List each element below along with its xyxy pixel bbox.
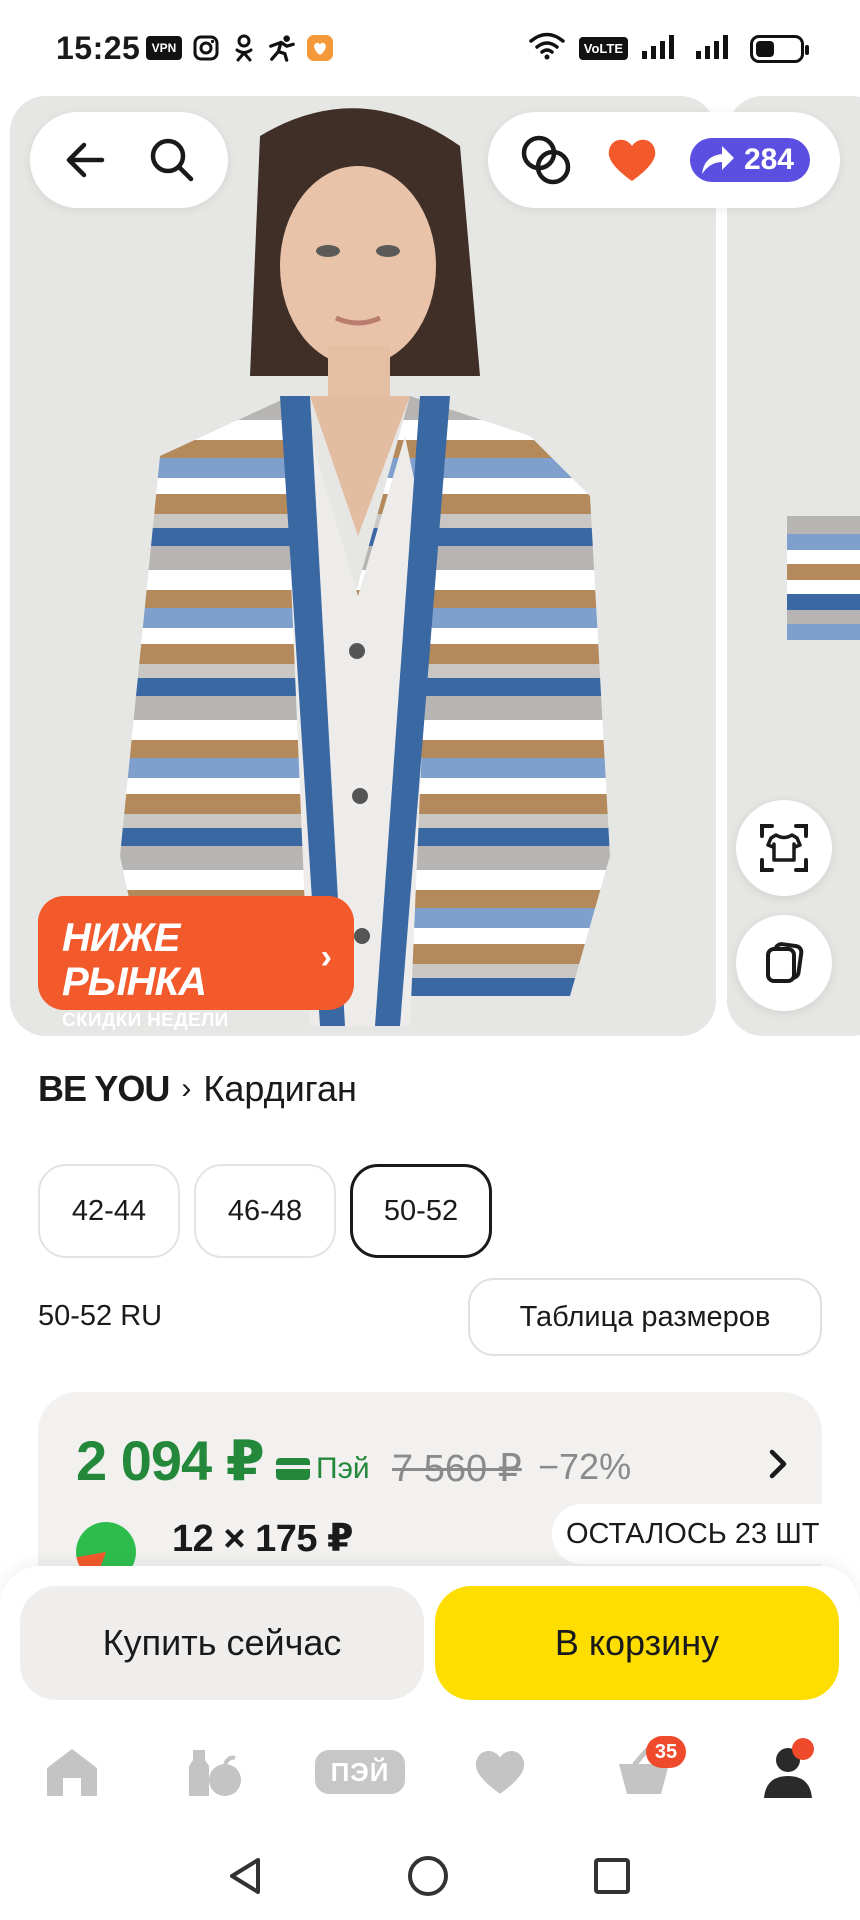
nav-recents-button[interactable] [582, 1846, 642, 1906]
share-arrow-icon [696, 140, 736, 180]
product-photo-gallery[interactable] [10, 96, 716, 1036]
heart-icon [608, 139, 656, 181]
promo-banner[interactable]: НИЖЕ РЫНКА СКИДКИ НЕДЕЛИ › [38, 896, 354, 1031]
size-selector: 42-44 46-48 50-52 [38, 1164, 492, 1258]
search-icon [150, 138, 194, 182]
catalog-icon [189, 1750, 241, 1796]
compare-button[interactable] [518, 132, 574, 188]
old-price: 7 560 ₽ [392, 1448, 522, 1490]
home-icon [47, 1749, 97, 1796]
activity-icon [268, 34, 296, 62]
odnoklassniki-icon [230, 34, 258, 62]
nav-back-button[interactable] [216, 1846, 276, 1906]
selected-size-note: 50-52 RU [38, 1300, 163, 1332]
tab-favorites[interactable] [460, 1740, 540, 1804]
size-option[interactable]: 42-44 [38, 1164, 180, 1258]
status-notification-icons: VPN [146, 34, 334, 62]
size-table-button[interactable]: Таблица размеров [468, 1278, 822, 1356]
share-button[interactable]: 284 [689, 138, 810, 182]
tab-catalog[interactable] [174, 1740, 254, 1804]
view-toggle-button[interactable] [736, 915, 832, 1011]
profile-notification-dot [792, 1738, 814, 1760]
signal-icon [642, 33, 682, 64]
stock-left-badge: ОСТАЛОСЬ 23 ШТ [552, 1504, 834, 1564]
heart-icon [475, 1750, 525, 1794]
size-option-selected[interactable]: 50-52 [350, 1164, 492, 1258]
top-nav-right: 284 [488, 112, 840, 208]
card-icon [276, 1458, 310, 1480]
product-photo [10, 96, 716, 1036]
promo-title: НИЖЕ РЫНКА [62, 916, 207, 1004]
wifi-icon [529, 32, 565, 65]
tshirt-scan-icon [760, 824, 808, 872]
nav-recents-icon [594, 1858, 630, 1894]
pay-tab-label: ПЭЙ [315, 1750, 405, 1794]
brand-link[interactable]: BE YOU [38, 1068, 170, 1110]
system-navigation-bar [0, 1830, 860, 1920]
vpn-icon: VPN [146, 36, 182, 60]
discount-percent: −72% [538, 1446, 632, 1487]
top-nav-left [30, 112, 228, 208]
tab-pay[interactable]: ПЭЙ [310, 1740, 410, 1804]
chevron-right-icon[interactable] [764, 1444, 792, 1494]
virtual-try-on-button[interactable] [736, 800, 832, 896]
signal-icon-2 [696, 33, 736, 64]
app-notification-icon [306, 34, 334, 62]
nav-home-button[interactable] [398, 1846, 458, 1906]
volte-icon: VoLTE [578, 37, 628, 60]
back-button[interactable] [58, 132, 114, 188]
favorite-button[interactable] [604, 132, 660, 188]
share-count: 284 [743, 143, 794, 176]
pay-label: Пэй [316, 1452, 370, 1485]
status-system-icons: VoLTE [529, 32, 809, 65]
status-bar: 15:25 VPN VoLTE [0, 0, 860, 96]
chevron-right-icon: › [320, 938, 332, 976]
product-title: Кардиган [203, 1068, 357, 1109]
cards-stack-icon [766, 942, 804, 983]
size-option[interactable]: 46-48 [194, 1164, 336, 1258]
back-arrow-icon [66, 142, 105, 178]
search-button[interactable] [144, 132, 200, 188]
installment-price: 12 × 175 ₽ [172, 1518, 353, 1560]
instagram-icon [192, 34, 220, 62]
nav-home-icon [408, 1856, 448, 1896]
bottom-tab-bar: ПЭЙ [0, 1730, 860, 1814]
promo-subtitle: СКИДКИ НЕДЕЛИ [62, 1010, 229, 1031]
current-price: 2 094 ₽ [76, 1429, 265, 1492]
tab-profile[interactable] [748, 1740, 828, 1804]
cart-count-badge: 35 [646, 1736, 686, 1768]
compare-rings-icon [521, 135, 571, 185]
battery-icon [750, 34, 809, 63]
pay-price-label: Пэй [276, 1452, 370, 1486]
product-breadcrumb: BE YOU › Кардиган [38, 1068, 357, 1110]
add-to-cart-button[interactable]: В корзину [435, 1586, 839, 1700]
nav-back-icon [230, 1858, 260, 1894]
buy-now-button[interactable]: Купить сейчас [20, 1586, 424, 1700]
status-time: 15:25 [56, 30, 141, 66]
tab-home[interactable] [32, 1740, 112, 1804]
chevron-right-icon: › [181, 1072, 192, 1105]
